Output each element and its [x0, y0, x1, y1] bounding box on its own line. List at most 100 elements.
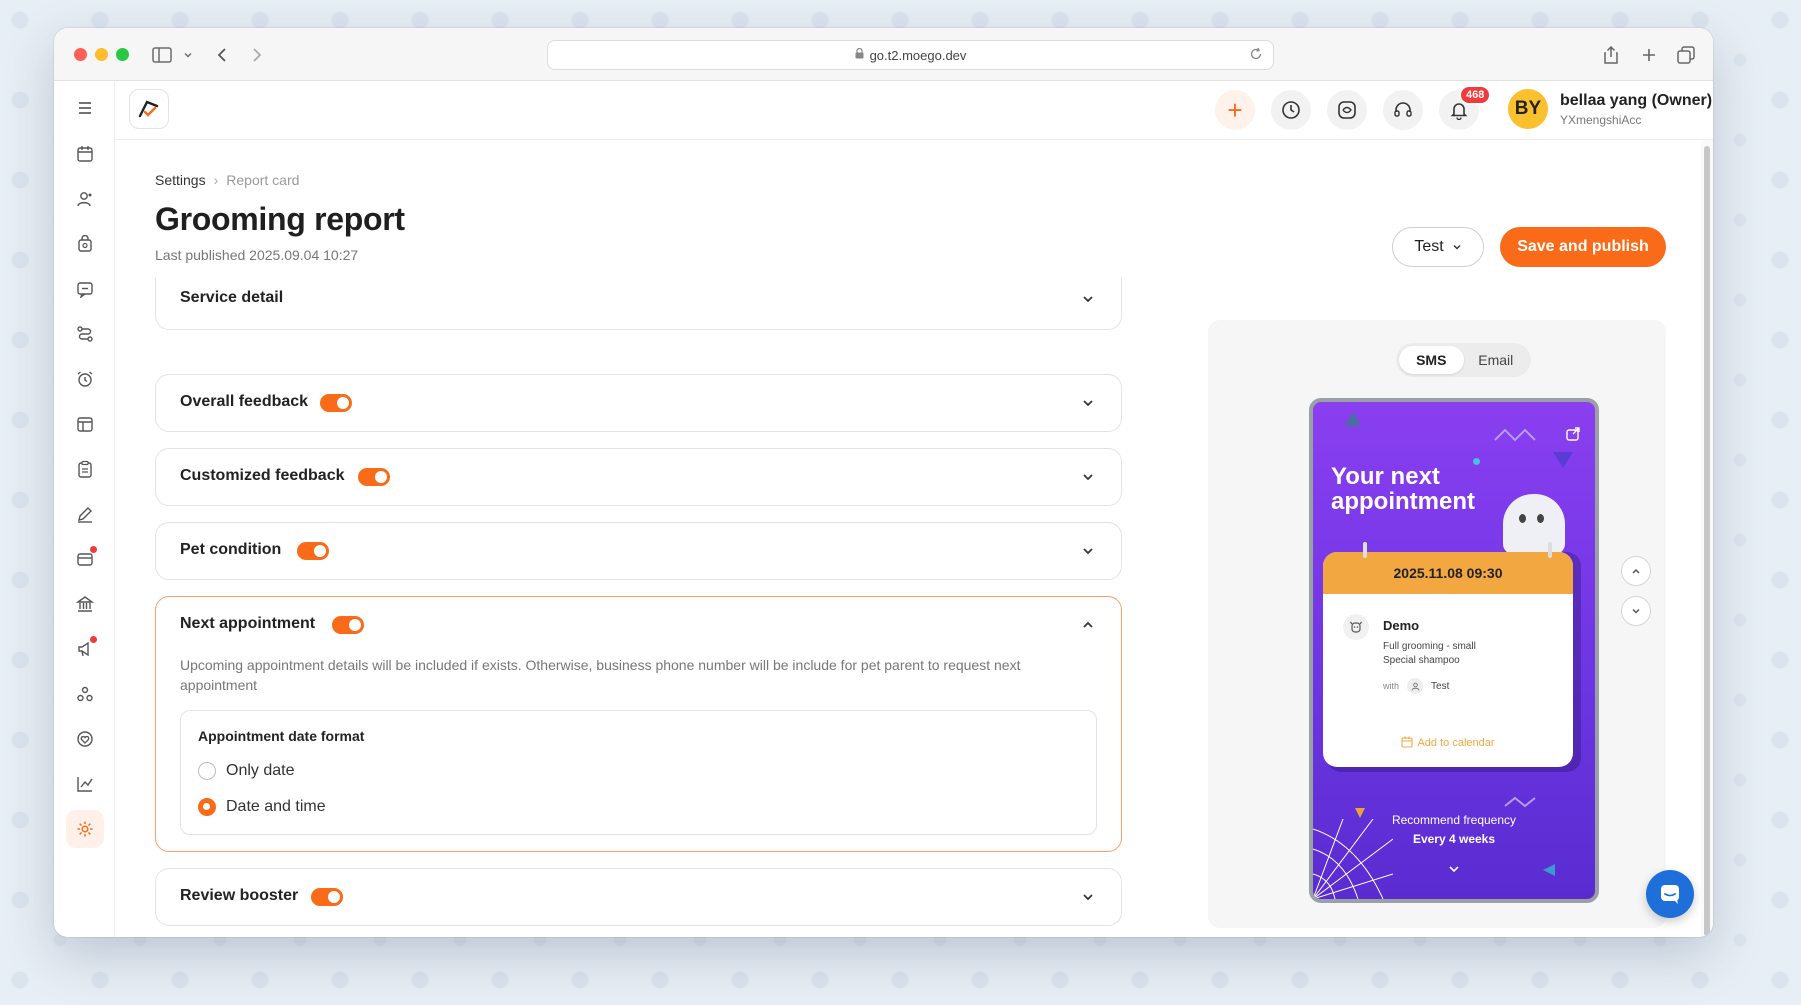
share-icon[interactable] — [1565, 426, 1581, 447]
pen-icon[interactable] — [66, 495, 104, 533]
section-service-detail[interactable]: Service detail — [155, 278, 1122, 330]
breadcrumb: Settings › Report card — [155, 172, 299, 188]
breadcrumb-settings-link[interactable]: Settings — [155, 172, 206, 188]
pet-icon — [1343, 614, 1369, 640]
chevron-down-icon[interactable] — [176, 43, 200, 67]
staff-row: with Test — [1383, 678, 1449, 694]
chevron-down-icon — [1453, 245, 1461, 250]
next-appointment-toggle[interactable] — [332, 616, 364, 634]
store-icon[interactable] — [66, 405, 104, 443]
test-dropdown-button[interactable]: Test — [1392, 227, 1484, 267]
address-bar[interactable]: go.t2.moego.dev — [547, 40, 1274, 70]
clients-icon[interactable] — [66, 180, 104, 218]
section-title: Overall feedback — [180, 393, 309, 410]
preview-prev-button[interactable] — [1621, 556, 1651, 586]
pet-condition-toggle[interactable] — [297, 542, 329, 560]
notification-count-badge: 468 — [1459, 85, 1492, 105]
preview-next-button[interactable] — [1621, 596, 1651, 626]
radio-date-and-time[interactable]: Date and time — [198, 798, 326, 816]
marketing-icon[interactable] — [66, 630, 104, 668]
chat-support-button[interactable] — [1646, 870, 1694, 918]
bag-icon[interactable] — [66, 225, 104, 263]
radio-only-date[interactable]: Only date — [198, 762, 294, 780]
section-title: Service detail — [180, 289, 284, 306]
appointment-datetime: 2025.11.08 09:30 — [1323, 552, 1573, 594]
integrations-icon[interactable] — [66, 675, 104, 713]
payments-icon[interactable] — [66, 540, 104, 578]
chevron-down-icon[interactable] — [1081, 470, 1095, 489]
back-icon[interactable] — [210, 43, 234, 67]
sidebar-toggle-icon[interactable] — [150, 43, 174, 67]
app-header: + 468 BY bellaa yang (Owner) YXmengshiAc… — [115, 81, 1713, 140]
customized-feedback-toggle[interactable] — [358, 468, 390, 486]
appointment-card: 2025.11.08 09:30 Demo Full grooming - sm… — [1323, 552, 1573, 767]
scrollbar-thumb[interactable] — [1704, 146, 1710, 936]
user-name[interactable]: bellaa yang (Owner) — [1560, 92, 1712, 110]
new-tab-icon[interactable] — [1637, 43, 1661, 67]
url-text: go.t2.moego.dev — [869, 47, 967, 63]
close-window-button[interactable] — [74, 48, 87, 61]
tab-sms[interactable]: SMS — [1399, 346, 1464, 374]
support-headset-icon[interactable] — [1383, 90, 1423, 130]
user-avatar[interactable]: BY — [1508, 89, 1548, 129]
reload-icon[interactable] — [1249, 47, 1263, 64]
tab-email[interactable]: Email — [1464, 346, 1529, 374]
chevron-down-icon[interactable] — [1081, 544, 1095, 563]
section-pet-condition[interactable]: Pet condition — [155, 522, 1122, 580]
forward-icon[interactable] — [245, 43, 269, 67]
section-next-appointment[interactable]: Next appointment Upcoming appointment de… — [155, 596, 1122, 852]
notification-dot — [90, 636, 97, 643]
chat-icon — [1661, 885, 1679, 904]
card-pin — [1363, 542, 1367, 558]
review-booster-toggle[interactable] — [311, 888, 343, 906]
section-customized-feedback[interactable]: Customized feedback — [155, 448, 1122, 506]
alarm-icon[interactable] — [66, 360, 104, 398]
add-to-calendar-label: Add to calendar — [1417, 737, 1495, 749]
settings-icon[interactable] — [66, 810, 104, 848]
channel-switcher: SMS Email — [1396, 343, 1531, 377]
clipboard-icon[interactable] — [66, 450, 104, 488]
section-overall-feedback[interactable]: Overall feedback — [155, 374, 1122, 432]
section-review-booster[interactable]: Review booster — [155, 868, 1122, 926]
routes-icon[interactable] — [66, 315, 104, 353]
radio-label: Date and time — [226, 798, 326, 815]
maximize-window-button[interactable] — [116, 48, 129, 61]
minimize-window-button[interactable] — [95, 48, 108, 61]
left-nav-rail — [54, 81, 115, 937]
calendar-icon — [1401, 736, 1414, 748]
calendar-icon[interactable] — [66, 135, 104, 173]
radio-button-selected[interactable] — [198, 798, 216, 816]
service-line: Special shampoo — [1383, 655, 1460, 666]
pet-name: Demo — [1383, 618, 1420, 633]
preview-card-title: Your next appointment — [1331, 463, 1475, 515]
notifications-bell-button[interactable]: 468 — [1439, 85, 1492, 130]
preview-panel: SMS Email Your next appointment 2025.11.… — [1208, 320, 1666, 928]
add-to-calendar-link[interactable]: Add to calendar — [1323, 736, 1573, 749]
share-icon[interactable] — [1599, 43, 1623, 67]
chevron-down-icon[interactable] — [1081, 890, 1095, 909]
zigzag-decoration — [1504, 796, 1536, 808]
triangle-decoration — [1345, 412, 1361, 426]
tab-overview-icon[interactable] — [1674, 43, 1698, 67]
messages-icon[interactable] — [66, 270, 104, 308]
overall-feedback-toggle[interactable] — [320, 394, 352, 412]
clock-icon[interactable] — [1271, 90, 1311, 130]
chevron-up-icon[interactable] — [1081, 618, 1095, 637]
reports-chart-icon[interactable] — [66, 765, 104, 803]
spiderweb-decoration — [1313, 819, 1393, 899]
bank-icon[interactable] — [66, 585, 104, 623]
ai-assistant-icon[interactable] — [1327, 90, 1367, 130]
menu-icon[interactable] — [66, 89, 104, 127]
last-published-text: Last published 2025.09.04 10:27 — [155, 247, 359, 263]
save-and-publish-button[interactable]: Save and publish — [1500, 227, 1666, 267]
radio-button[interactable] — [198, 762, 216, 780]
service-line: Full grooming - small — [1383, 641, 1476, 652]
browser-toolbar: go.t2.moego.dev — [54, 28, 1713, 81]
app-logo[interactable] — [129, 89, 169, 129]
section-title: Customized feedback — [180, 467, 345, 484]
create-plus-button[interactable]: + — [1215, 90, 1255, 130]
chevron-down-icon[interactable] — [1081, 396, 1095, 415]
section-title: Review booster — [180, 887, 299, 904]
loyalty-icon[interactable] — [66, 720, 104, 758]
chevron-down-icon[interactable] — [1081, 292, 1095, 311]
